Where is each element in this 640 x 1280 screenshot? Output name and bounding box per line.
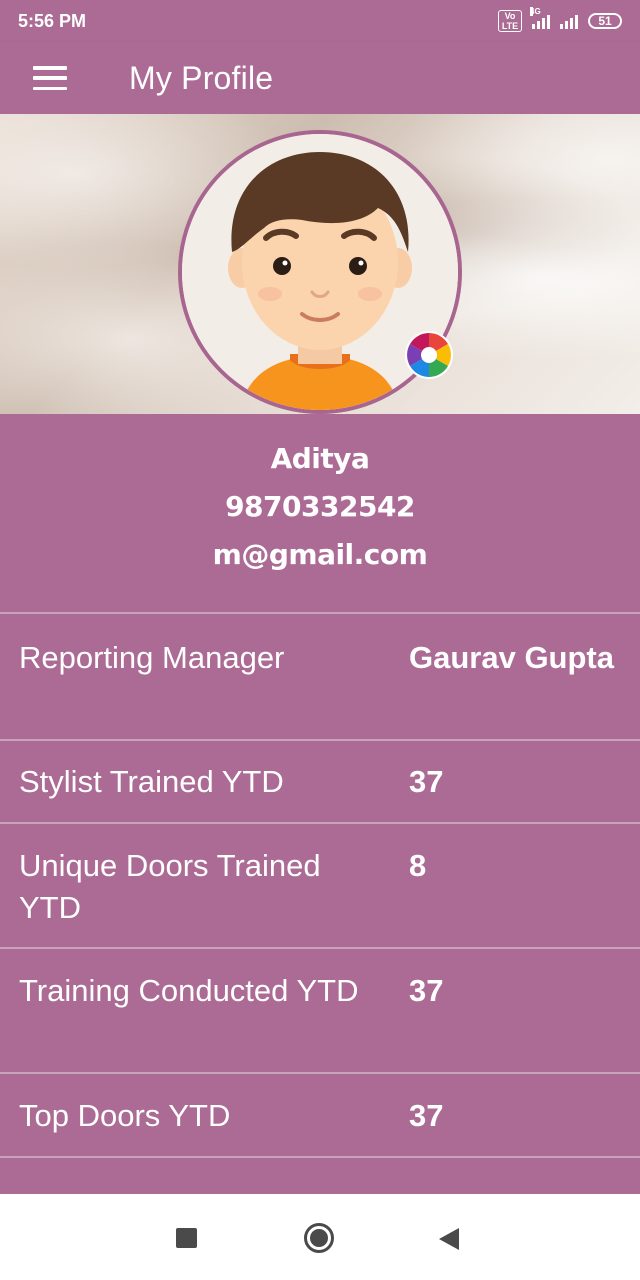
detail-value: 37 <box>409 973 444 1008</box>
divider <box>0 1156 640 1158</box>
detail-label: Reporting Manager <box>19 640 285 675</box>
camera-icon[interactable] <box>404 330 454 380</box>
detail-label: Top Doors YTD <box>19 1098 231 1133</box>
hamburger-menu-icon[interactable] <box>33 66 67 90</box>
detail-label: Stylist Trained YTD <box>19 764 284 799</box>
detail-label: Unique Doors Trained YTD <box>19 848 321 925</box>
profile-email: m@gmail.com <box>212 538 428 571</box>
detail-value: Gaurav Gupta <box>409 640 614 675</box>
detail-value: 37 <box>409 764 444 799</box>
profile-phone: 9870332542 <box>225 490 415 523</box>
signal-4g-icon: 4G <box>530 7 550 29</box>
volte-icon: Vo LTE <box>498 10 522 32</box>
profile-name: Aditya <box>270 442 370 475</box>
signal-icon <box>560 13 578 29</box>
detail-value: 37 <box>409 1098 444 1133</box>
divider <box>0 1072 640 1074</box>
recents-square-icon[interactable] <box>176 1228 197 1248</box>
divider <box>0 947 640 949</box>
detail-label: Training Conducted YTD <box>19 973 359 1008</box>
page-title: My Profile <box>129 59 274 96</box>
detail-value: 8 <box>409 848 427 883</box>
network-label: 4G <box>530 7 541 16</box>
profile-info: Aditya 9870332542 m@gmail.com <box>0 414 640 612</box>
divider <box>0 739 640 741</box>
divider <box>0 612 640 614</box>
profile-banner <box>0 114 640 414</box>
home-circle-icon[interactable] <box>303 1222 335 1254</box>
status-time: 5:56 PM <box>18 10 87 31</box>
system-nav-bar <box>0 1194 640 1280</box>
back-triangle-icon[interactable] <box>438 1227 460 1251</box>
status-bar: 5:56 PM Vo LTE 4G 51 <box>0 0 640 42</box>
battery-icon: 51 <box>588 13 622 29</box>
app-bar: My Profile <box>0 42 640 114</box>
status-icons: Vo LTE 4G 51 <box>498 7 622 32</box>
divider <box>0 822 640 824</box>
